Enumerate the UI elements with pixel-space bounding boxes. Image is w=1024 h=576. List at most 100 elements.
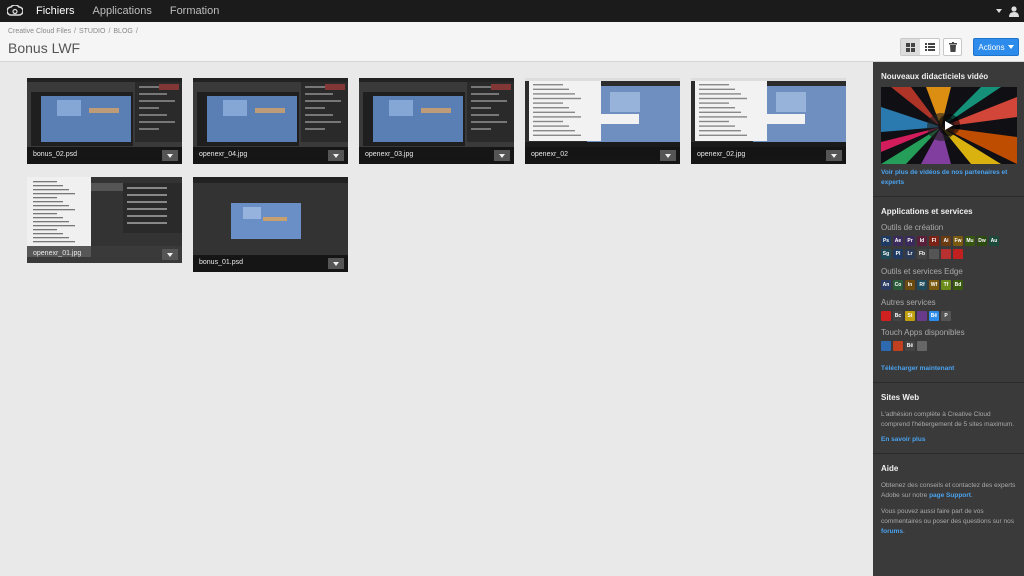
app-icon[interactable]: P [941,311,951,321]
app-icon[interactable]: Bē [929,311,939,321]
apps-section: Applications et services [873,207,1024,216]
breadcrumb-item[interactable]: Creative Cloud Files [8,28,71,35]
account-dropdown-caret-icon[interactable] [996,9,1002,13]
learn-more-link[interactable]: En savoir plus [881,436,925,443]
app-icon[interactable]: Mu [965,236,975,246]
app-icon[interactable]: Rf [917,280,927,290]
edge-apps-row: An Co In Rf Wf Tf Bd [881,280,963,290]
app-icon[interactable]: Tf [941,280,951,290]
file-name: openexr_02.jpg [697,151,746,158]
app-icon[interactable]: Fl [929,236,939,246]
list-view-button[interactable] [920,39,939,55]
app-icon[interactable]: Co [893,280,903,290]
app-icon[interactable]: Pr [905,236,915,246]
file-thumbnail [691,78,846,158]
videos-title: Nouveaux didacticiels vidéo [881,72,989,81]
app-icon[interactable] [917,311,927,321]
app-icon[interactable]: Pl [893,249,903,259]
app-icon[interactable] [941,249,951,259]
app-icon[interactable]: Dw [977,236,987,246]
file-menu-button[interactable] [494,150,510,161]
forums-link[interactable]: forums [881,528,903,535]
app-icon[interactable]: Bd [953,280,963,290]
nav-applications[interactable]: Applications [93,0,152,22]
app-icon[interactable]: St [905,311,915,321]
other-services-row: Bc St Bē P [881,311,951,321]
creation-label-wrap: Outils de création [873,223,1024,232]
app-icon[interactable]: Sg [881,249,891,259]
file-tile[interactable]: openexr_01.jpg [27,177,182,263]
file-menu-button[interactable] [660,150,676,161]
creation-apps-row: Ps Ae Pr Id Fl Ai Fw Mu Dw Au [881,236,999,246]
breadcrumb-item[interactable]: STUDIO [79,28,105,35]
sites-description: L'adhésion complète à Creative Cloud com… [881,411,1015,428]
nav-formation[interactable]: Formation [170,0,220,22]
sites-text-wrap: L'adhésion complète à Creative Cloud com… [873,410,1024,430]
video-thumbnail[interactable] [881,87,1017,164]
file-thumbnail [525,78,680,158]
file-tile[interactable]: openexr_04.jpg [193,78,348,164]
app-icon[interactable] [953,249,963,259]
file-thumbnail [359,78,514,158]
file-menu-button[interactable] [162,150,178,161]
app-icon[interactable]: Id [917,236,927,246]
play-icon[interactable] [938,114,960,136]
chevron-down-icon [167,153,173,158]
page-title: Bonus LWF [8,40,81,56]
file-name: openexr_02 [531,151,568,158]
file-menu-button[interactable] [328,258,344,269]
file-tile[interactable]: bonus_01.psd [193,177,348,272]
more-videos-link[interactable]: Voir plus de vidéos de nos partenaires e… [881,169,1007,186]
app-icon[interactable] [917,341,927,351]
help-text-1-post: . [970,492,973,499]
other-services-label: Autres services [881,298,936,307]
file-tile[interactable]: bonus_02.psd [27,78,182,164]
app-icon[interactable] [881,311,891,321]
help-text-2-pre: Vous pouvez aussi faire part de vos comm… [881,508,1014,525]
file-tile-footer: openexr_03.jpg [359,147,514,164]
file-tile[interactable]: openexr_03.jpg [359,78,514,164]
app-icon[interactable]: An [881,280,891,290]
breadcrumb-item[interactable]: BLOG [113,28,132,35]
app-icon[interactable]: Bc [893,311,903,321]
download-link-wrap: Télécharger maintenant [873,364,1024,374]
support-page-link[interactable]: page Support [929,492,971,499]
app-icon[interactable] [893,341,903,351]
view-toggle [900,38,940,56]
folder-header: Creative Cloud Files / STUDIO / BLOG / Bonus … [0,22,1024,62]
file-name: bonus_02.psd [33,151,77,158]
app-icon[interactable]: In [905,280,915,290]
app-icon[interactable]: Wf [929,280,939,290]
help-title: Aide [881,464,899,473]
creative-cloud-logo-icon[interactable] [4,0,26,22]
help-text-2-post: . [903,528,905,535]
app-icon[interactable]: Ae [893,236,903,246]
app-icon[interactable]: Fb [917,249,927,259]
user-icon[interactable] [1008,5,1020,17]
chevron-down-icon [333,261,339,266]
delete-button[interactable] [943,38,962,56]
file-tile[interactable]: openexr_02 [525,78,680,164]
app-icon[interactable]: Au [989,236,999,246]
app-icon[interactable] [929,249,939,259]
app-icon[interactable]: Ai [941,236,951,246]
creation-tools-label: Outils de création [881,223,944,232]
file-tile-footer: bonus_02.psd [27,147,182,164]
app-icon[interactable]: Lr [905,249,915,259]
app-icon[interactable] [881,341,891,351]
grid-view-button[interactable] [901,39,920,55]
app-icon[interactable]: Ps [881,236,891,246]
file-menu-button[interactable] [162,249,178,260]
right-sidebar: Nouveaux didacticiels vidéo Voir plus de… [873,62,1024,576]
file-tile[interactable]: openexr_02.jpg [691,78,846,164]
actions-button[interactable]: Actions [973,38,1019,56]
trash-icon [948,42,957,52]
touch-apps-label: Touch Apps disponibles [881,328,965,337]
file-menu-button[interactable] [826,150,842,161]
download-now-link[interactable]: Télécharger maintenant [881,365,954,372]
nav-fichiers[interactable]: Fichiers [36,0,75,22]
app-icon[interactable]: Bē [905,341,915,351]
file-menu-button[interactable] [328,150,344,161]
help-text-1: Obtenez des conseils et contactez des ex… [881,481,1018,501]
app-icon[interactable]: Fw [953,236,963,246]
